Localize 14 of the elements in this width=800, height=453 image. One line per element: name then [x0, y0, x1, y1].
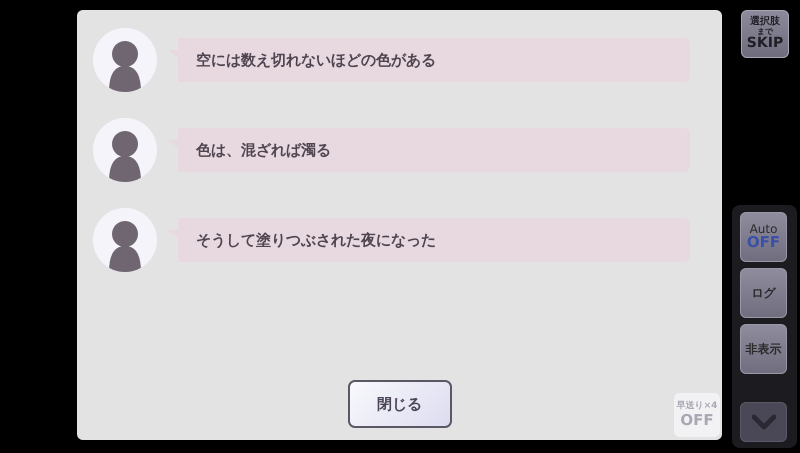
person-silhouette-icon	[109, 41, 141, 92]
person-silhouette-icon	[109, 131, 141, 182]
close-button[interactable]: 閉じる	[348, 380, 452, 428]
menu-button[interactable]: 非表示	[740, 324, 787, 374]
person-silhouette-icon	[109, 221, 141, 272]
skip-button[interactable]: 選択肢 まで SKIP	[741, 10, 789, 58]
message-text: 空には数え切れないほどの色がある	[196, 50, 436, 70]
auto-button[interactable]: Auto OFF	[740, 212, 787, 262]
menu-button[interactable]: ログ	[740, 268, 787, 318]
chevron-down-icon	[752, 414, 776, 430]
message-text: そうして塗りつぶされた夜になった	[196, 230, 436, 250]
fast-forward-button[interactable]: 早送り×4 OFF	[674, 393, 720, 437]
message-text: 色は、混ざれば濁る	[196, 140, 331, 160]
scroll-down-button[interactable]	[740, 402, 787, 442]
